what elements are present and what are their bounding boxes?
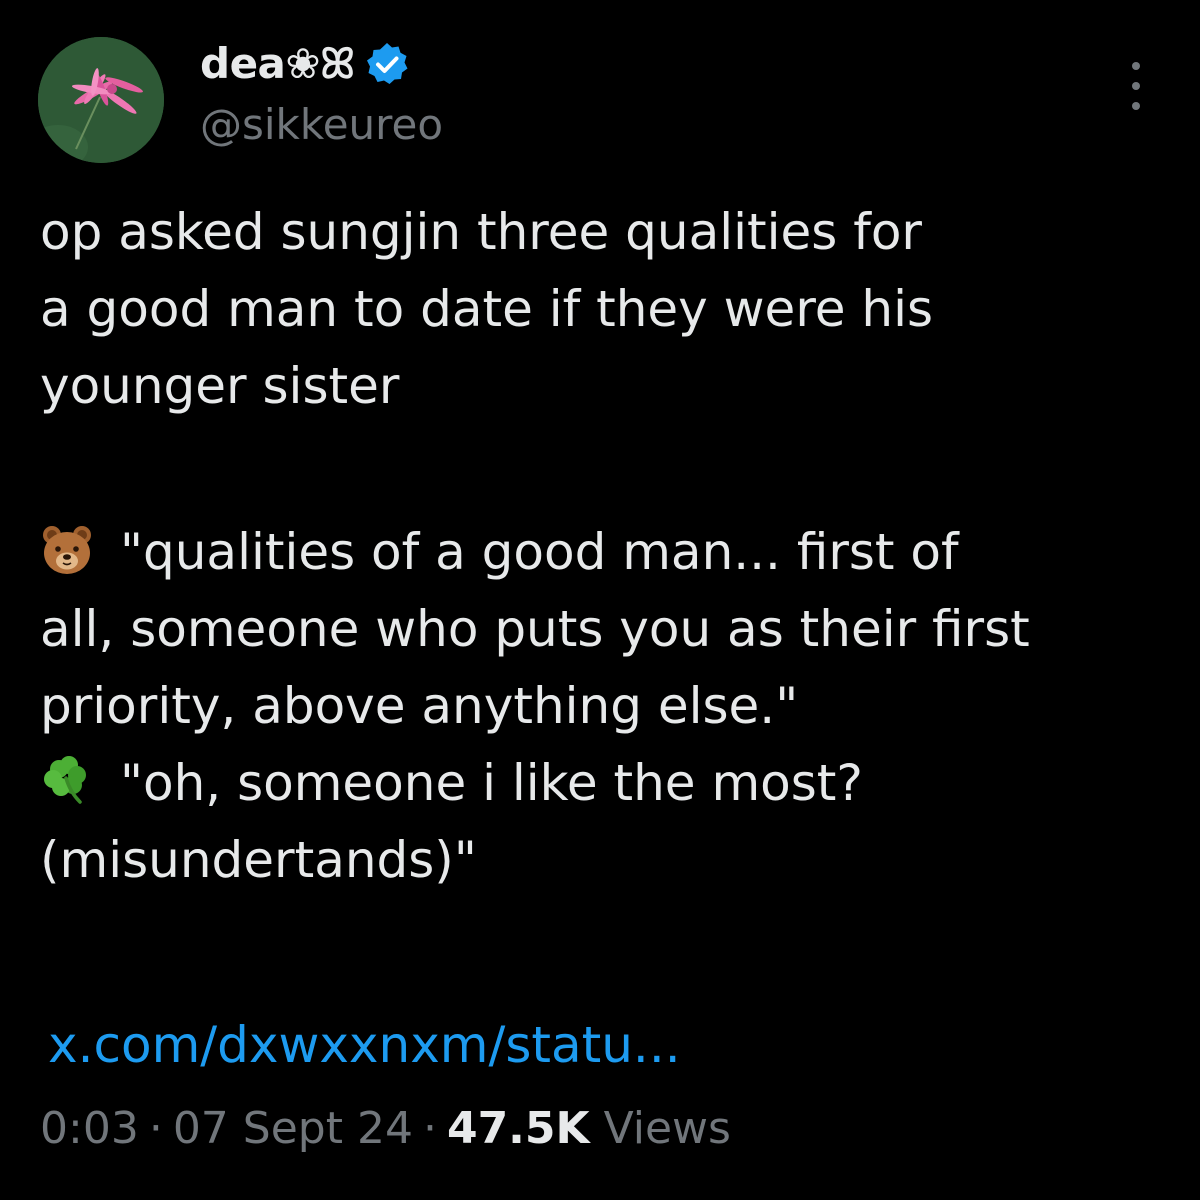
quote-line: all, someone who puts you as their first xyxy=(40,600,1030,658)
bear-face-emoji-icon xyxy=(40,522,94,576)
four-leaf-clover-emoji-icon xyxy=(40,753,94,807)
quote-line: "qualities of a good man... first of xyxy=(40,514,1170,591)
more-dot xyxy=(1132,102,1140,110)
quote-line-text: "oh, someone i like the most? xyxy=(120,754,863,812)
tweet-line: younger sister xyxy=(40,357,400,415)
tweet: dea❀ꕤ @sikkeureo op asked sungjin three … xyxy=(0,0,1200,1200)
quote-line: (misundertands)" xyxy=(40,831,477,889)
tweet-text: op asked sungjin three qualities for a g… xyxy=(40,194,1170,425)
author-handle[interactable]: @sikkeureo xyxy=(200,100,443,149)
meta-separator: · xyxy=(148,1103,163,1154)
tweet-date[interactable]: 07 Sept 24 xyxy=(173,1103,413,1154)
author-row: dea❀ꕤ xyxy=(200,34,411,94)
quote-line: priority, above anything else." xyxy=(40,677,799,735)
tweet-meta: 0:03 · 07 Sept 24 · 47.5K Views xyxy=(40,1103,731,1154)
more-dot xyxy=(1132,82,1140,90)
views-label: Views xyxy=(603,1103,731,1154)
quote-line: "oh, someone i like the most? xyxy=(40,745,1170,822)
tweet-time[interactable]: 0:03 xyxy=(40,1103,139,1154)
display-name[interactable]: dea❀ꕤ xyxy=(200,39,355,89)
tweet-line: op asked sungjin three qualities for xyxy=(40,203,922,261)
more-dot xyxy=(1132,62,1140,70)
quote-line-text: "qualities of a good man... first of xyxy=(120,523,959,581)
pink-flower-avatar xyxy=(38,37,164,163)
quote-block: "qualities of a good man... first of all… xyxy=(40,514,1170,899)
tweet-link[interactable]: x.com/dxwxxnxm/statu... xyxy=(48,1016,681,1074)
verified-badge-icon xyxy=(363,40,411,88)
tweet-line: a good man to date if they were his xyxy=(40,280,934,338)
meta-separator: · xyxy=(422,1103,437,1154)
more-options-icon[interactable] xyxy=(1118,62,1154,110)
views-count[interactable]: 47.5K xyxy=(447,1103,590,1154)
avatar[interactable] xyxy=(38,37,164,163)
